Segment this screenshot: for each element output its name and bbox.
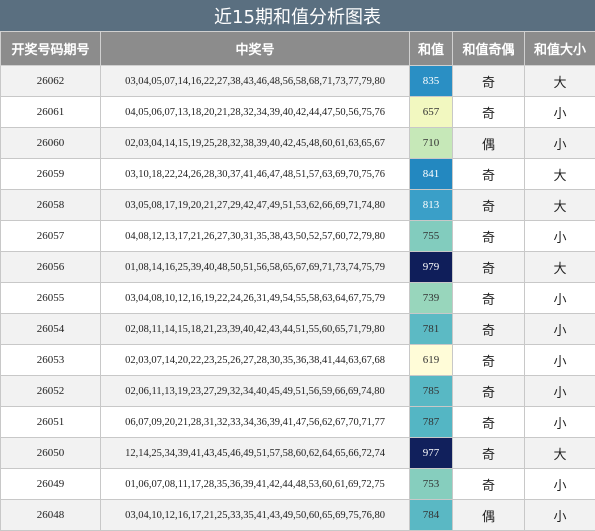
table-row: 2605704,08,12,13,17,21,26,27,30,31,35,38… [1, 221, 595, 252]
size-cell: 大 [525, 159, 595, 190]
sum-cell: 784 [410, 500, 453, 531]
table-row: 2605106,07,09,20,21,28,31,32,33,34,36,39… [1, 407, 595, 438]
issue-cell: 26057 [1, 221, 101, 252]
size-cell: 小 [525, 128, 595, 159]
sum-cell: 787 [410, 407, 453, 438]
parity-cell: 奇 [453, 283, 525, 314]
size-cell: 大 [525, 66, 595, 97]
winning-numbers-cell: 03,04,05,07,14,16,22,27,38,43,46,48,56,5… [101, 66, 410, 97]
issue-cell: 26055 [1, 283, 101, 314]
header-sum: 和值 [410, 32, 453, 66]
winning-numbers-cell: 01,08,14,16,25,39,40,48,50,51,56,58,65,6… [101, 252, 410, 283]
size-cell: 小 [525, 469, 595, 500]
winning-numbers-cell: 04,08,12,13,17,21,26,27,30,31,35,38,43,5… [101, 221, 410, 252]
size-cell: 小 [525, 221, 595, 252]
parity-cell: 奇 [453, 345, 525, 376]
parity-cell: 奇 [453, 190, 525, 221]
winning-numbers-cell: 03,05,08,17,19,20,21,27,29,42,47,49,51,5… [101, 190, 410, 221]
parity-cell: 偶 [453, 128, 525, 159]
winning-numbers-cell: 02,03,07,14,20,22,23,25,26,27,28,30,35,3… [101, 345, 410, 376]
size-cell: 大 [525, 190, 595, 221]
winning-numbers-cell: 01,06,07,08,11,17,28,35,36,39,41,42,44,4… [101, 469, 410, 500]
issue-cell: 26056 [1, 252, 101, 283]
table-row: 2606104,05,06,07,13,18,20,21,28,32,34,39… [1, 97, 595, 128]
parity-cell: 奇 [453, 438, 525, 469]
winning-numbers-cell: 03,04,08,10,12,16,19,22,24,26,31,49,54,5… [101, 283, 410, 314]
parity-cell: 奇 [453, 252, 525, 283]
issue-cell: 26052 [1, 376, 101, 407]
size-cell: 大 [525, 438, 595, 469]
issue-cell: 26062 [1, 66, 101, 97]
issue-cell: 26060 [1, 128, 101, 159]
issue-cell: 26051 [1, 407, 101, 438]
winning-numbers-cell: 02,06,11,13,19,23,27,29,32,34,40,45,49,5… [101, 376, 410, 407]
issue-cell: 26048 [1, 500, 101, 531]
size-cell: 小 [525, 407, 595, 438]
table-row: 2605503,04,08,10,12,16,19,22,24,26,31,49… [1, 283, 595, 314]
sum-cell: 755 [410, 221, 453, 252]
sum-cell: 835 [410, 66, 453, 97]
table-row: 2605601,08,14,16,25,39,40,48,50,51,56,58… [1, 252, 595, 283]
winning-numbers-cell: 03,10,18,22,24,26,28,30,37,41,46,47,48,5… [101, 159, 410, 190]
table-header-row: 开奖号码期号 中奖号 和值 和值奇偶 和值大小 [1, 32, 595, 66]
table-row: 2604803,04,10,12,16,17,21,25,33,35,41,43… [1, 500, 595, 531]
table-row: 2605903,10,18,22,24,26,28,30,37,41,46,47… [1, 159, 595, 190]
winning-numbers-cell: 04,05,06,07,13,18,20,21,28,32,34,39,40,4… [101, 97, 410, 128]
size-cell: 小 [525, 376, 595, 407]
sum-cell: 979 [410, 252, 453, 283]
winning-numbers-cell: 12,14,25,34,39,41,43,45,46,49,51,57,58,6… [101, 438, 410, 469]
header-parity: 和值奇偶 [453, 32, 525, 66]
sum-cell: 657 [410, 97, 453, 128]
issue-cell: 26054 [1, 314, 101, 345]
sum-cell: 785 [410, 376, 453, 407]
sum-cell: 739 [410, 283, 453, 314]
parity-cell: 奇 [453, 407, 525, 438]
size-cell: 小 [525, 314, 595, 345]
sum-cell: 841 [410, 159, 453, 190]
size-cell: 小 [525, 283, 595, 314]
table-row: 2606203,04,05,07,14,16,22,27,38,43,46,48… [1, 66, 595, 97]
header-numbers: 中奖号 [101, 32, 410, 66]
size-cell: 小 [525, 97, 595, 128]
issue-cell: 26059 [1, 159, 101, 190]
sum-cell: 813 [410, 190, 453, 221]
table-row: 2605302,03,07,14,20,22,23,25,26,27,28,30… [1, 345, 595, 376]
size-cell: 小 [525, 500, 595, 531]
sum-cell: 710 [410, 128, 453, 159]
page-title: 近15期和值分析图表 [0, 0, 595, 31]
sum-cell: 977 [410, 438, 453, 469]
parity-cell: 奇 [453, 376, 525, 407]
table-row: 2604901,06,07,08,11,17,28,35,36,39,41,42… [1, 469, 595, 500]
parity-cell: 偶 [453, 500, 525, 531]
table-row: 2606002,03,04,14,15,19,25,28,32,38,39,40… [1, 128, 595, 159]
table-row: 2605402,08,11,14,15,18,21,23,39,40,42,43… [1, 314, 595, 345]
parity-cell: 奇 [453, 159, 525, 190]
issue-cell: 26053 [1, 345, 101, 376]
sum-cell: 781 [410, 314, 453, 345]
table-row: 2605202,06,11,13,19,23,27,29,32,34,40,45… [1, 376, 595, 407]
winning-numbers-cell: 02,03,04,14,15,19,25,28,32,38,39,40,42,4… [101, 128, 410, 159]
sum-cell: 619 [410, 345, 453, 376]
issue-cell: 26058 [1, 190, 101, 221]
table-row: 2605012,14,25,34,39,41,43,45,46,49,51,57… [1, 438, 595, 469]
parity-cell: 奇 [453, 66, 525, 97]
size-cell: 大 [525, 252, 595, 283]
sum-cell: 753 [410, 469, 453, 500]
winning-numbers-cell: 03,04,10,12,16,17,21,25,33,35,41,43,49,5… [101, 500, 410, 531]
parity-cell: 奇 [453, 469, 525, 500]
issue-cell: 26049 [1, 469, 101, 500]
parity-cell: 奇 [453, 314, 525, 345]
header-size: 和值大小 [525, 32, 595, 66]
issue-cell: 26050 [1, 438, 101, 469]
chart-frame: 近15期和值分析图表 开奖号码期号 中奖号 和值 和值奇偶 和值大小 26062… [0, 0, 595, 530]
size-cell: 小 [525, 345, 595, 376]
header-issue: 开奖号码期号 [1, 32, 101, 66]
parity-cell: 奇 [453, 97, 525, 128]
parity-cell: 奇 [453, 221, 525, 252]
table-row: 2605803,05,08,17,19,20,21,27,29,42,47,49… [1, 190, 595, 221]
winning-numbers-cell: 02,08,11,14,15,18,21,23,39,40,42,43,44,5… [101, 314, 410, 345]
sum-analysis-table: 开奖号码期号 中奖号 和值 和值奇偶 和值大小 2606203,04,05,07… [0, 31, 595, 531]
issue-cell: 26061 [1, 97, 101, 128]
winning-numbers-cell: 06,07,09,20,21,28,31,32,33,34,36,39,41,4… [101, 407, 410, 438]
